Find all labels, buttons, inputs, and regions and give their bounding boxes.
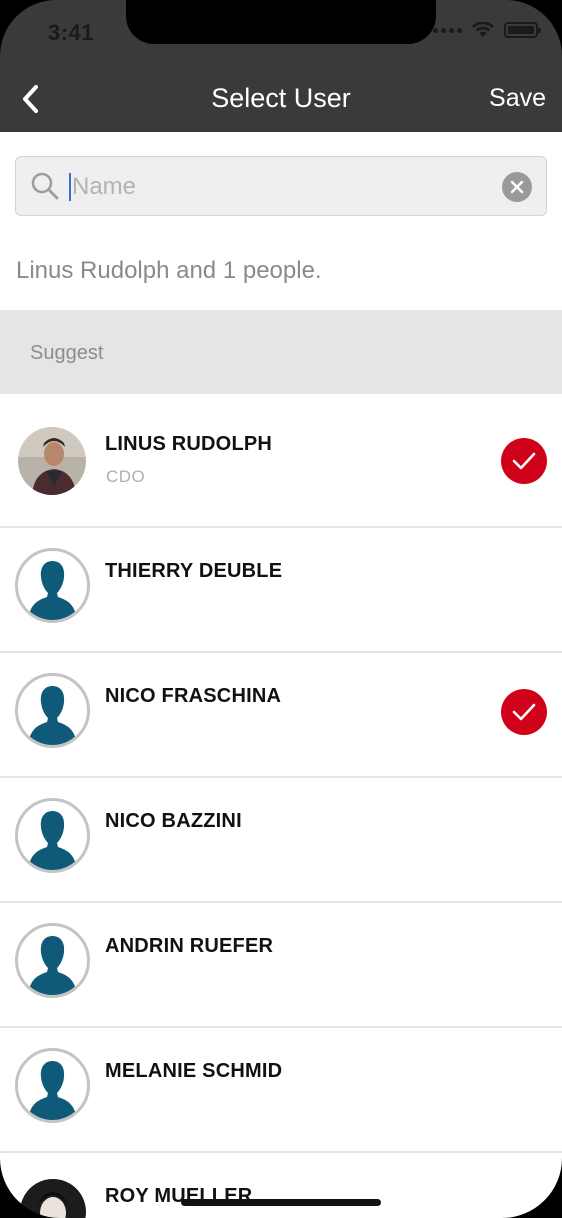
user-name: NICO FRASCHINA xyxy=(105,685,282,707)
user-name: THIERRY DEUBLE xyxy=(105,560,283,582)
screen-corner xyxy=(502,1158,562,1218)
avatar xyxy=(15,673,90,748)
user-silhouette-icon xyxy=(28,811,77,870)
screen-corner xyxy=(0,1158,60,1218)
selected-check-badge xyxy=(501,438,547,484)
avatar xyxy=(18,427,86,495)
page-title: Select User xyxy=(211,83,351,113)
list-item[interactable]: NICO FRASCHINA xyxy=(0,653,562,778)
clear-search-button[interactable] xyxy=(502,172,532,202)
avatar xyxy=(15,798,90,873)
home-indicator[interactable] xyxy=(181,1199,381,1206)
list-item[interactable]: MELANIE SCHMID xyxy=(0,1028,562,1153)
text-cursor xyxy=(69,173,71,201)
user-name: LINUS RUDOLPH xyxy=(105,433,273,455)
search-icon xyxy=(31,172,59,200)
search-bar xyxy=(15,156,547,216)
device-notch xyxy=(126,0,436,44)
list-item[interactable]: NICO BAZZINI xyxy=(0,778,562,903)
list-item[interactable]: ANDRIN RUEFER xyxy=(0,903,562,1028)
search-input[interactable] xyxy=(72,167,492,207)
clear-icon xyxy=(510,180,524,194)
avatar xyxy=(15,1048,90,1123)
user-silhouette-icon xyxy=(28,561,77,620)
checkmark-icon xyxy=(512,703,536,721)
checkmark-icon xyxy=(512,452,536,470)
list-item[interactable]: THIERRY DEUBLE xyxy=(0,528,562,653)
signal-dots-icon xyxy=(433,27,462,33)
user-silhouette-icon xyxy=(28,686,77,745)
user-silhouette-icon xyxy=(28,936,77,995)
user-name: NICO BAZZINI xyxy=(105,810,242,832)
navigation-bar: Select User Save xyxy=(0,66,562,132)
phone-screen: 3:41 Select User Save Name Linus Rudolph… xyxy=(0,0,562,1218)
avatar xyxy=(15,548,90,623)
avatar xyxy=(15,923,90,998)
wifi-icon xyxy=(472,22,494,37)
list-item[interactable]: LINUS RUDOLPH CDO xyxy=(0,394,562,528)
selected-check-badge xyxy=(501,689,547,735)
status-bar: 3:41 xyxy=(0,0,562,66)
status-time: 3:41 xyxy=(48,20,95,45)
section-title: Suggest xyxy=(30,342,104,364)
user-name: ANDRIN RUEFER xyxy=(105,935,274,957)
list-item[interactable]: ROY MUELLER xyxy=(0,1153,562,1218)
selection-summary: Linus Rudolph and 1 people. xyxy=(16,257,322,284)
user-silhouette-icon xyxy=(28,1061,77,1120)
battery-icon xyxy=(504,22,541,38)
user-role: CDO xyxy=(106,467,146,486)
user-name: MELANIE SCHMID xyxy=(105,1060,283,1082)
save-button[interactable]: Save xyxy=(489,84,546,113)
section-header: Suggest xyxy=(0,310,562,394)
user-list: LINUS RUDOLPH CDO THIERRY DEUBLE NICO FR… xyxy=(0,394,562,1218)
status-icons xyxy=(433,22,541,38)
